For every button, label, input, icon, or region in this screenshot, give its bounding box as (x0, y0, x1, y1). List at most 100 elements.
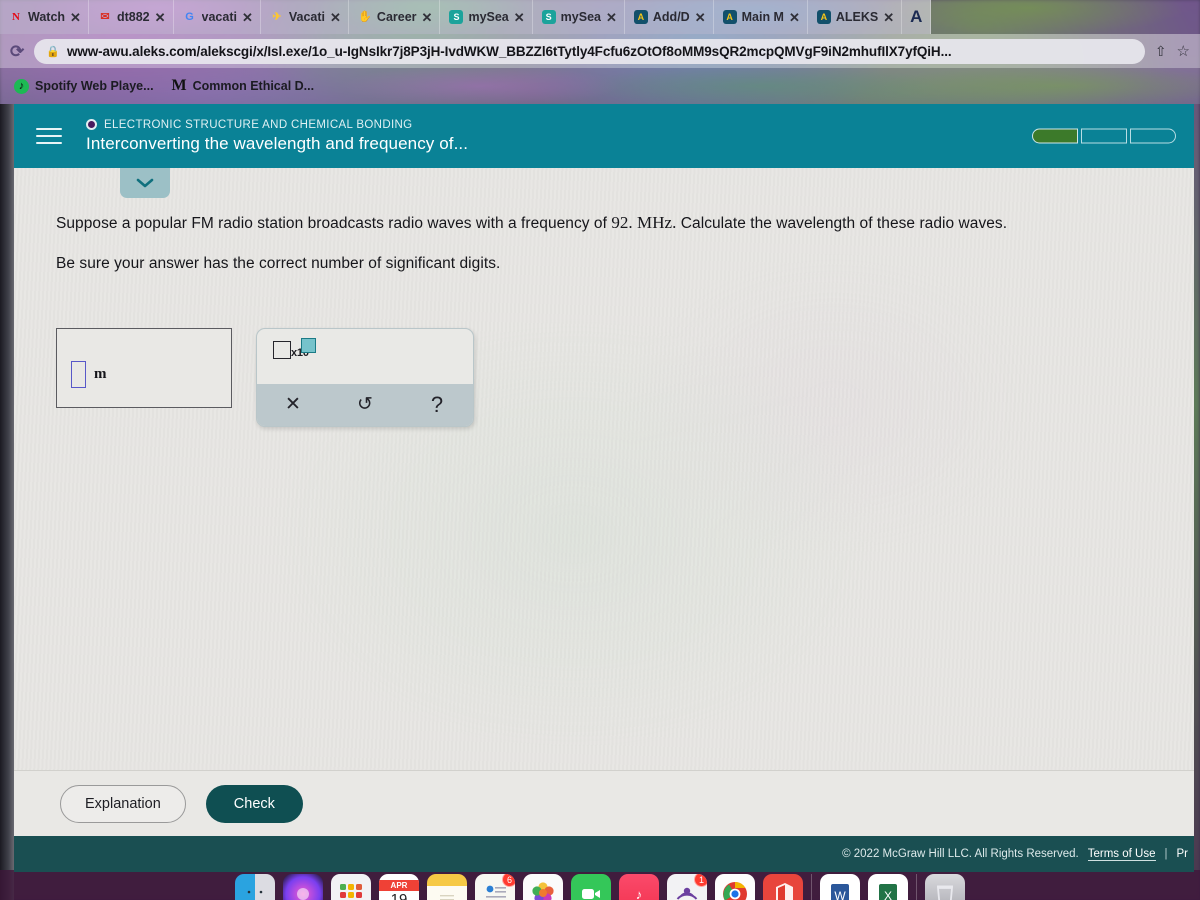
gmail-icon: ✉ (100, 10, 110, 23)
answer-input-box[interactable]: m (56, 327, 232, 408)
star-icon[interactable]: ☆ (1177, 42, 1190, 60)
bookmark-label: Common Ethical D... (192, 79, 315, 93)
tab-label: dt882 (116, 10, 150, 24)
svg-text:W: W (834, 889, 846, 900)
aleks-icon: A (722, 10, 737, 24)
answer-area: m x10 ✕ ↺? (56, 327, 1194, 427)
math-palette-top-row: x10 (257, 329, 473, 384)
browser-tab-9[interactable]: A ALEKS ✕ (807, 0, 903, 34)
medium-icon: M (171, 77, 187, 94)
tab-label: Add/D (652, 10, 690, 24)
tab-close-icon[interactable]: ✕ (70, 11, 81, 24)
share-icon[interactable]: ⇧ (1155, 43, 1167, 60)
browser-tab-strip: N Watch ✕ ✉ dt882 ✕ Gvacati ✕ ✈ Vacati ✕ ✋ Career ✕ Sm… (0, 0, 1200, 34)
myseat-icon: S (541, 10, 556, 24)
dock-podcasts[interactable]: 1 (667, 874, 707, 900)
browser-tab-8[interactable]: A Main M ✕ (713, 0, 808, 34)
answer-math-field[interactable] (71, 361, 86, 389)
bookmarks-bar: ♪ Spotify Web Playe... M Common Ethical D..… (0, 68, 1200, 104)
dock-calendar[interactable]: APR 19 (379, 874, 419, 900)
tab-close-icon[interactable]: ✕ (695, 11, 706, 24)
tab-label: Career (376, 10, 417, 24)
tab-close-icon[interactable]: ✕ (155, 11, 166, 24)
scientific-notation-button[interactable]: x10 (273, 337, 316, 371)
undo-button[interactable]: ↺ (329, 384, 401, 426)
dock-trash[interactable] (925, 874, 965, 900)
topic-category: ELECTRONIC STRUCTURE AND CHEMICAL BONDIN… (86, 119, 468, 131)
browser-tab-5[interactable]: SmySea ✕ (440, 0, 533, 34)
dock-finder[interactable] (235, 874, 275, 900)
tab-label: Main M (741, 10, 784, 24)
clear-button[interactable]: ✕ (257, 384, 329, 426)
browser-tab-overflow[interactable]: A (902, 0, 932, 34)
tab-close-icon[interactable]: ✕ (514, 11, 525, 24)
question-line-2: Be sure your answer has the correct numb… (56, 254, 501, 272)
answer-unit-label: m (94, 366, 107, 383)
privacy-link[interactable]: Pr (1177, 848, 1189, 860)
launchpad-grid-icon (340, 884, 362, 898)
tab-close-icon[interactable]: ✕ (606, 11, 617, 24)
tab-close-icon[interactable]: ✕ (242, 11, 253, 24)
browser-tab-4[interactable]: ✋ Career ✕ (348, 0, 441, 34)
notes-lines-icon (440, 895, 454, 900)
hamburger-menu-icon[interactable] (36, 128, 62, 144)
frequency-value: 92. (611, 213, 633, 232)
myseat-icon: S (449, 10, 464, 24)
question-line-1: Suppose a popular FM radio station broad… (56, 213, 1194, 233)
dock-office[interactable] (763, 874, 803, 900)
browser-tab-0[interactable]: N Watch ✕ (0, 0, 89, 34)
word-logo-icon: W (831, 884, 849, 900)
expedia-icon: ✈ (272, 10, 282, 23)
netflix-icon: N (12, 10, 20, 23)
help-button[interactable]: ? (401, 384, 473, 426)
dock-notes[interactable] (427, 874, 467, 900)
collapse-panel-toggle[interactable] (120, 168, 170, 198)
dock-chrome[interactable] (715, 874, 755, 900)
chrome-logo-icon (723, 882, 747, 900)
dock-launchpad[interactable] (331, 874, 371, 900)
copyright-bar: © 2022 McGraw Hill LLC. All Rights Reser… (14, 836, 1194, 872)
browser-tab-3[interactable]: ✈ Vacati ✕ (260, 0, 349, 34)
bookmark-0[interactable]: ♪ Spotify Web Playe... (14, 78, 154, 94)
tab-label: mySea (468, 10, 509, 24)
dock-facetime[interactable] (571, 874, 611, 900)
spotify-icon: ♪ (14, 78, 29, 94)
reload-icon[interactable]: ⟳ (10, 43, 24, 60)
dock-siri[interactable] (283, 874, 323, 900)
bookmark-label: Spotify Web Playe... (35, 79, 154, 93)
bookmark-1[interactable]: M Common Ethical D... (171, 77, 315, 94)
url-text: www-awu.aleks.com/alekscgi/x/Isl.exe/1o_… (66, 43, 952, 59)
dock-word[interactable]: W (820, 874, 860, 900)
tab-close-icon[interactable]: ✕ (883, 11, 894, 24)
browser-tab-7[interactable]: A Add/D ✕ (624, 0, 714, 34)
tab-label: Vacati (288, 10, 326, 24)
terms-of-use-link[interactable]: Terms of Use (1087, 848, 1156, 861)
check-button[interactable]: Check (205, 784, 303, 823)
dock-badge: 6 (502, 874, 515, 887)
browser-chrome: N Watch ✕ ✉ dt882 ✕ Gvacati ✕ ✈ Vacati ✕ ✋ Career ✕ Sm… (0, 0, 1200, 104)
frequency-unit: MHz. (632, 213, 677, 232)
question-text-before: Suppose a popular FM radio station broad… (56, 215, 612, 232)
browser-tab-6[interactable]: SmySea ✕ (532, 0, 625, 34)
browser-tab-2[interactable]: Gvacati ✕ (173, 0, 261, 34)
tab-close-icon[interactable]: ✕ (789, 11, 800, 24)
browser-tab-1[interactable]: ✉ dt882 ✕ (88, 0, 174, 34)
calendar-day: 19 (390, 891, 408, 900)
dock-excel[interactable]: X (868, 874, 908, 900)
dock-photos[interactable] (523, 874, 563, 900)
dock-separator (916, 874, 917, 900)
exponent-box-icon (301, 337, 316, 353)
siri-orb-icon (297, 888, 309, 900)
handshake-icon: ✋ (358, 10, 372, 23)
dock-contacts[interactable]: 6 (475, 874, 515, 900)
url-omnibox[interactable]: 🔒 www-awu.aleks.com/alekscgi/x/Isl.exe/1… (34, 38, 1145, 64)
photos-flower-icon (532, 882, 554, 900)
aleks-page: ELECTRONIC STRUCTURE AND CHEMICAL BONDIN… (14, 104, 1194, 872)
tab-close-icon[interactable]: ✕ (422, 11, 433, 24)
tab-label: vacati (201, 10, 237, 24)
dock-music[interactable]: ♪ (619, 874, 659, 900)
tab-close-icon[interactable]: ✕ (330, 11, 341, 24)
page-title: Interconverting the wavelength and frequ… (86, 133, 469, 153)
tab-label: Watch (28, 10, 66, 24)
explanation-button[interactable]: Explanation (60, 784, 186, 823)
